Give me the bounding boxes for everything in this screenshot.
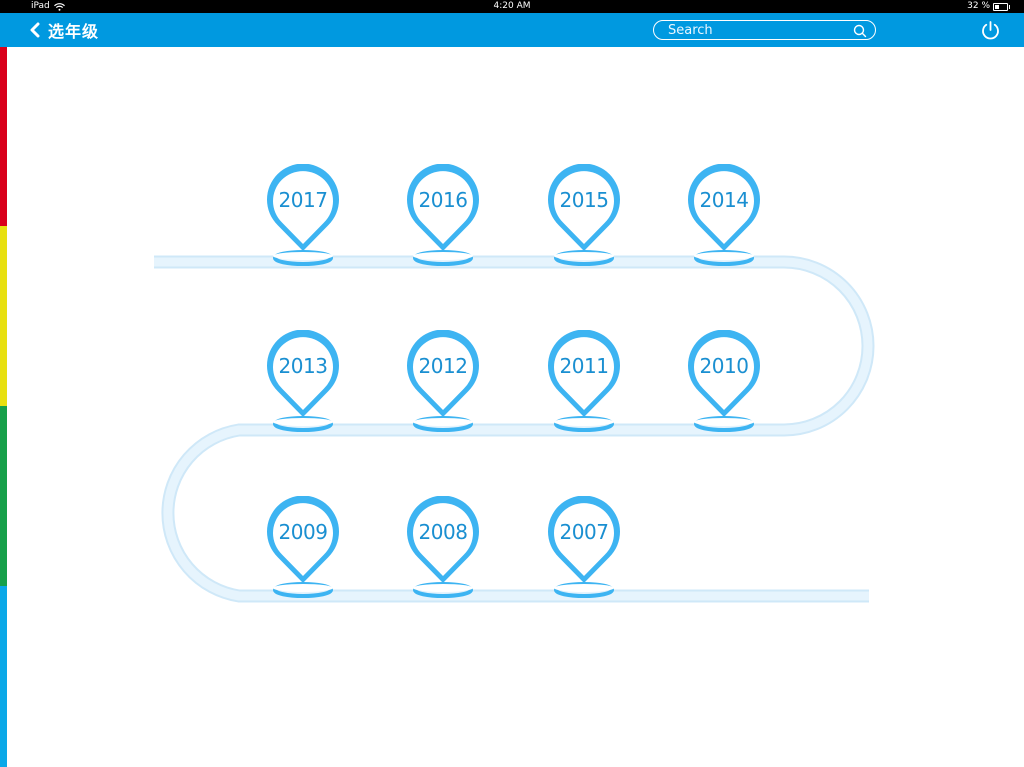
year-label: 2014 bbox=[699, 188, 749, 212]
year-pin-2010[interactable]: 2010 bbox=[686, 330, 762, 432]
map-pin-icon bbox=[407, 496, 479, 598]
year-pin-2014[interactable]: 2014 bbox=[686, 164, 762, 266]
map-pin-icon bbox=[548, 330, 620, 432]
year-label: 2013 bbox=[278, 354, 328, 378]
map-pin-icon bbox=[267, 496, 339, 598]
year-pin-2012[interactable]: 2012 bbox=[405, 330, 481, 432]
year-label: 2011 bbox=[559, 354, 609, 378]
map-pin-icon bbox=[548, 164, 620, 266]
map-pin-icon bbox=[688, 164, 760, 266]
year-label: 2009 bbox=[278, 520, 328, 544]
year-label: 2016 bbox=[418, 188, 468, 212]
year-label: 2012 bbox=[418, 354, 468, 378]
year-label: 2010 bbox=[699, 354, 749, 378]
year-pin-2013[interactable]: 2013 bbox=[265, 330, 341, 432]
map-pin-icon bbox=[407, 164, 479, 266]
year-label: 2007 bbox=[559, 520, 609, 544]
map-pin-icon bbox=[688, 330, 760, 432]
year-pin-2007[interactable]: 2007 bbox=[546, 496, 622, 598]
year-pin-2016[interactable]: 2016 bbox=[405, 164, 481, 266]
year-pin-2015[interactable]: 2015 bbox=[546, 164, 622, 266]
year-pin-2011[interactable]: 2011 bbox=[546, 330, 622, 432]
year-label: 2017 bbox=[278, 188, 328, 212]
timeline-track bbox=[154, 255, 875, 603]
year-label: 2008 bbox=[418, 520, 468, 544]
year-label: 2015 bbox=[559, 188, 609, 212]
year-pin-2017[interactable]: 2017 bbox=[265, 164, 341, 266]
map-pin-icon bbox=[407, 330, 479, 432]
map-pin-icon bbox=[267, 330, 339, 432]
year-pin-2009[interactable]: 2009 bbox=[265, 496, 341, 598]
year-pin-2008[interactable]: 2008 bbox=[405, 496, 481, 598]
map-pin-icon bbox=[548, 496, 620, 598]
map-pin-icon bbox=[267, 164, 339, 266]
